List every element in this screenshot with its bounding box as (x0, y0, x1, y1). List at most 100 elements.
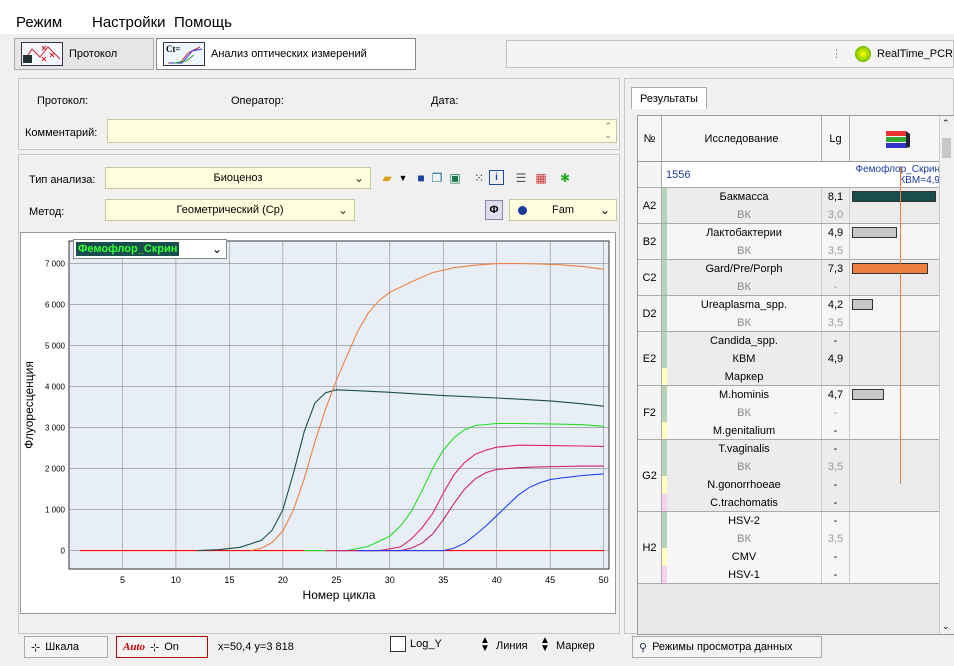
list-filter-icon[interactable]: ☰ (513, 170, 529, 186)
marker-spin-icon[interactable]: ▲ ▼ (540, 636, 550, 654)
realtime-label[interactable]: RealTime_PCR (877, 48, 953, 60)
menu-mode[interactable]: Режим (16, 14, 62, 31)
x-tick-label: 50 (599, 575, 609, 585)
scroll-thumb[interactable] (942, 138, 951, 158)
y-tick-label: 3 000 (45, 424, 66, 433)
result-name[interactable]: HSV-2 (667, 512, 822, 530)
color-grid-icon[interactable]: ▦ (533, 170, 549, 186)
well-id: C2 (638, 260, 662, 296)
tab-protocol[interactable]: Протокол (14, 38, 154, 70)
protocol-label: Протокол: (37, 95, 89, 107)
copy-icon[interactable]: ❐ (429, 170, 445, 186)
auto-on-button[interactable]: Auto ⊹ On (116, 636, 208, 658)
phi-button[interactable]: Φ (485, 200, 503, 220)
result-bar-cell (850, 530, 944, 548)
method-label: Метод: (29, 206, 65, 218)
result-bar-cell (850, 242, 944, 260)
result-lg: 4,7 (822, 386, 850, 404)
result-name[interactable]: M.genitalium (667, 422, 822, 440)
result-name[interactable]: ВК (667, 206, 822, 224)
result-name[interactable]: ВК (667, 530, 822, 548)
result-lg: 4,2 (822, 296, 850, 314)
group-divider (638, 583, 944, 584)
result-lg: 3,0 (822, 206, 850, 224)
menu-help[interactable]: Помощь (174, 14, 232, 31)
chart-series-value: Фемофлор_Скрин (76, 242, 180, 256)
result-name[interactable]: T.vaginalis (667, 440, 822, 458)
tab-results[interactable]: Результаты (631, 87, 707, 109)
vertical-scrollbar[interactable]: ⌃ ⌄ (939, 116, 954, 634)
tab-analysis[interactable]: Ct= Анализ оптических измерений (156, 38, 416, 70)
spin-icon[interactable]: ⌃ ⌄ (604, 122, 612, 140)
result-lg: - (822, 494, 850, 512)
tab-results-label: Результаты (640, 92, 698, 105)
comment-label: Комментарий: (25, 127, 98, 139)
channel-select[interactable]: Fam ⌄ (509, 199, 617, 221)
analysis-icon-text: Ct= (166, 44, 181, 54)
result-name[interactable]: ВК (667, 242, 822, 260)
result-name[interactable]: Candida_spp. (667, 332, 822, 350)
grid-dots-icon[interactable]: ⁙ (471, 170, 487, 186)
dropdown-arrow-icon[interactable]: ▼ (395, 170, 411, 186)
result-name[interactable]: Лактобактерии (667, 224, 822, 242)
result-name[interactable]: Gard/Pre/Porph (667, 260, 822, 278)
result-name[interactable]: Бакмасса (667, 188, 822, 206)
save-icon[interactable]: ■ (413, 170, 429, 186)
result-lg: 3,5 (822, 314, 850, 332)
sample-row[interactable]: 1556 Фемофлор_Скрин КВМ=4,9 (662, 162, 944, 188)
result-name[interactable]: HSV-1 (667, 566, 822, 584)
result-lg: 4,9 (822, 224, 850, 242)
realtime-icon (855, 46, 871, 62)
scroll-up-icon[interactable]: ⌃ (942, 118, 950, 129)
marker-label[interactable]: Маркер (556, 640, 595, 652)
result-bar-cell (850, 386, 944, 404)
y-tick-label: 4 000 (45, 383, 66, 392)
chart-series-select[interactable]: Фемофлор_Скрин ⌄ (73, 239, 227, 259)
result-lg: 3,5 (822, 242, 850, 260)
result-name[interactable]: КВМ (667, 350, 822, 368)
result-name[interactable]: CMV (667, 548, 822, 566)
result-lg: 8,1 (822, 188, 850, 206)
comment-field[interactable]: ⌃ ⌄ (107, 119, 617, 143)
x-axis-label: Номер цикла (303, 588, 376, 602)
fluorescence-chart[interactable]: 5 10 15 20 25 30 35 40 45 50 0 1 000 2 000 3 000 4 000… (21, 233, 615, 613)
channel-color-dot (518, 206, 527, 215)
result-bar-cell (850, 260, 944, 278)
sample-name: Фемофлор_Скрин КВМ=4,9 (855, 163, 940, 186)
chevron-down-icon: ⌄ (211, 242, 222, 256)
on-label: On (164, 641, 179, 653)
edit-icon[interactable]: ▣ (447, 170, 463, 186)
binoculars-icon: ⚲ (639, 641, 648, 654)
view-modes-button[interactable]: ⚲ Режимы просмотра данных (632, 636, 822, 658)
result-name[interactable]: C.trachomatis (667, 494, 822, 512)
result-bar-cell (850, 422, 944, 440)
scroll-down-icon[interactable]: ⌄ (942, 621, 950, 632)
header-study: Исследование (662, 116, 822, 162)
result-name[interactable]: M.hominis (667, 386, 822, 404)
open-folder-icon[interactable]: ▰ (379, 170, 395, 186)
result-name[interactable]: ВК (667, 404, 822, 422)
scale-button[interactable]: ⊹ Шкала (24, 636, 108, 658)
date-label: Дата: (431, 95, 459, 107)
result-name[interactable]: ВК (667, 314, 822, 332)
result-name[interactable]: Ureaplasma_spp. (667, 296, 822, 314)
result-bar (852, 389, 884, 400)
line-spin-icon[interactable]: ▲ ▼ (480, 636, 490, 654)
result-lg: - (822, 422, 850, 440)
gear-icon[interactable]: ✱ (557, 170, 573, 186)
result-bar (852, 191, 936, 202)
tab-protocol-label: Протокол (69, 48, 118, 60)
result-name[interactable]: Маркер (667, 368, 822, 386)
info-icon[interactable]: i (489, 170, 504, 185)
menu-settings[interactable]: Настройки (92, 14, 166, 31)
method-select[interactable]: Геометрический (Cp) ⌄ (105, 199, 355, 221)
chevron-down-icon: ⌄ (353, 171, 364, 185)
analysis-type-select[interactable]: Биоценоз ⌄ (105, 167, 371, 189)
analysis-icon: Ct= (163, 42, 205, 66)
log-y-checkbox[interactable] (390, 636, 406, 652)
result-name[interactable]: ВК (667, 458, 822, 476)
line-label[interactable]: Линия (496, 640, 528, 652)
result-name[interactable]: ВК (667, 278, 822, 296)
result-name[interactable]: N.gonorrhoeae (667, 476, 822, 494)
x-tick-label: 20 (278, 575, 288, 585)
